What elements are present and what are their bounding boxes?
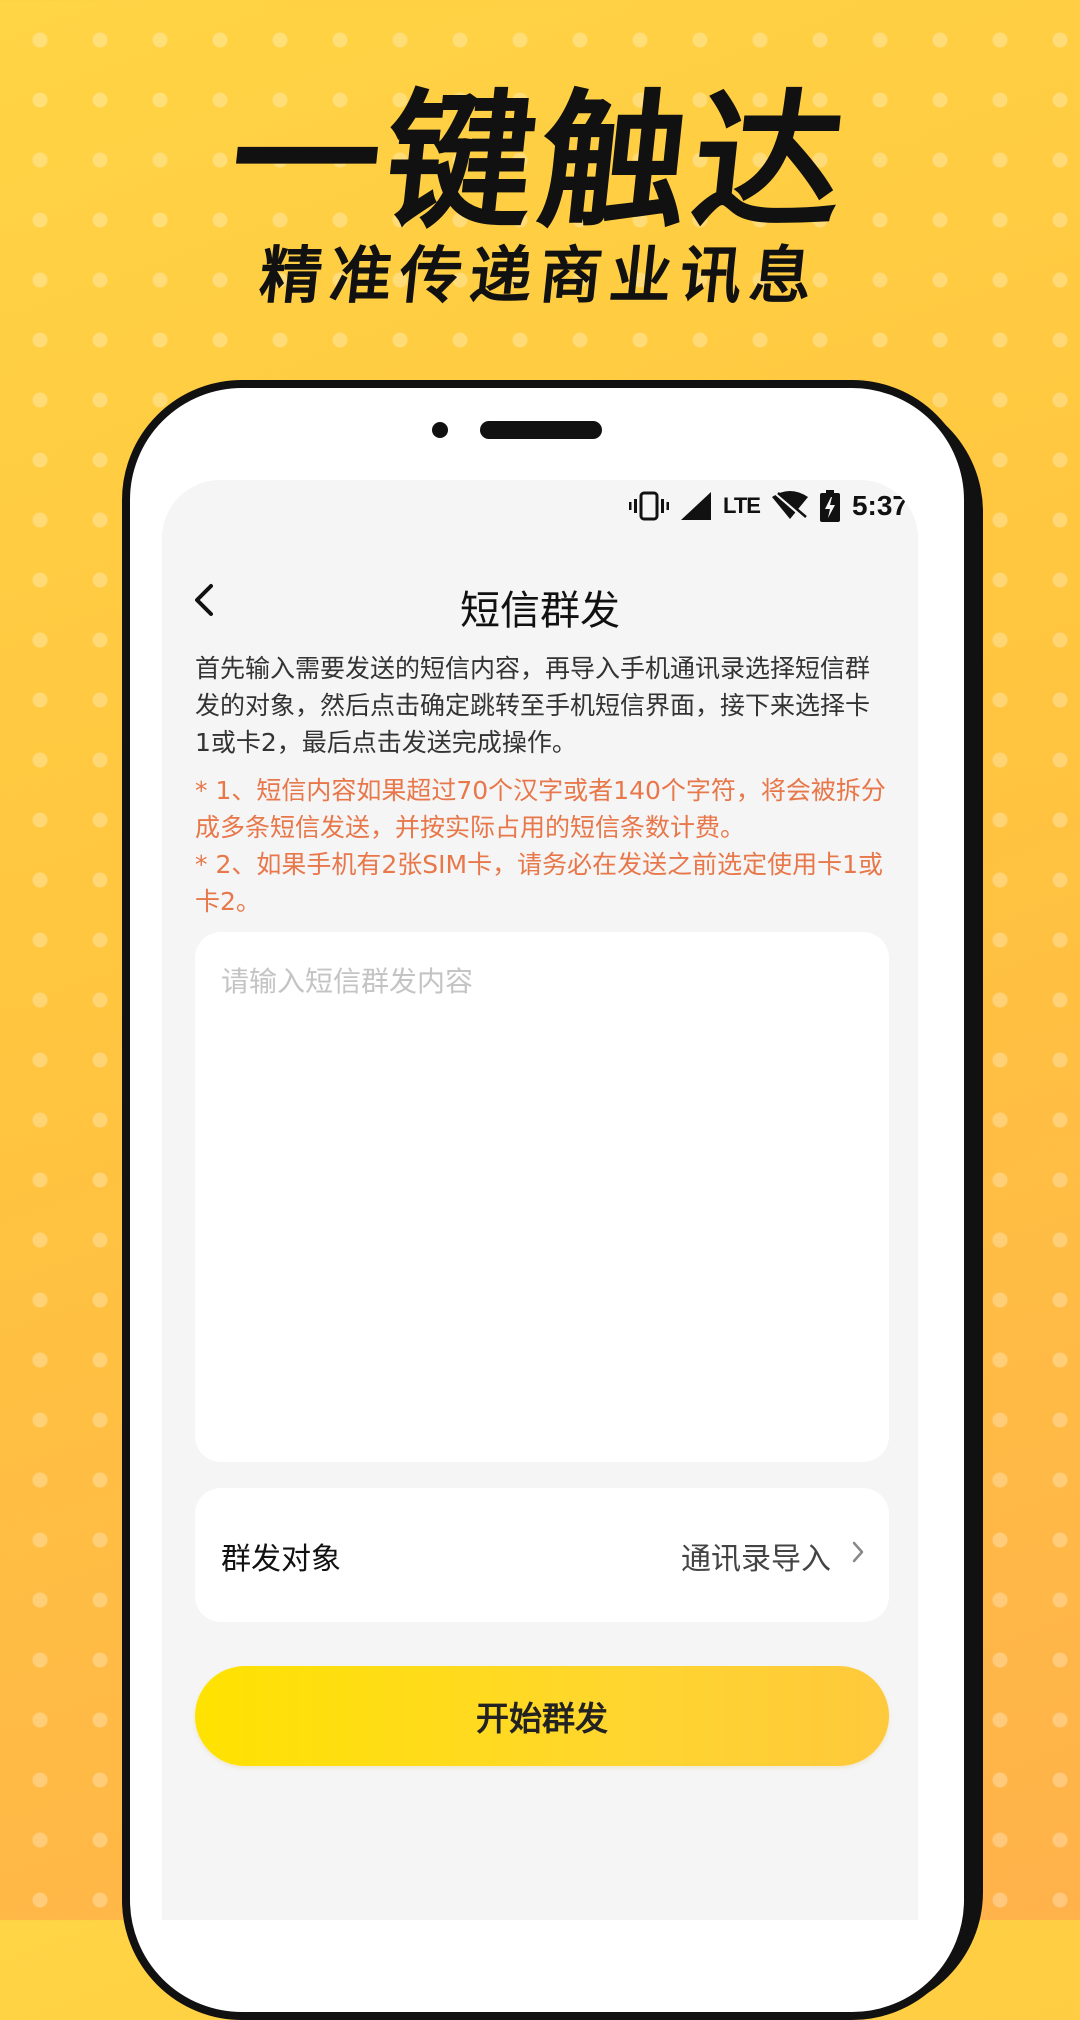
instructions-text: 首先输入需要发送的短信内容，再导入手机通讯录选择短信群发的对象，然后点击确定跳转… (195, 654, 871, 757)
note-item: * 1、短信内容如果超过70个汉字或者140个字符，将会被拆分成多条短信发送，并… (195, 776, 886, 842)
import-contacts-link[interactable]: 通讯录导入 (681, 1534, 831, 1578)
status-icons: LTE 5:37 (629, 488, 908, 524)
message-card (195, 932, 889, 1462)
wifi-off-icon (771, 491, 808, 521)
start-send-button[interactable]: 开始群发 (195, 1666, 889, 1766)
page-title: 短信群发 (460, 588, 620, 634)
battery-charging-icon (819, 490, 840, 522)
note-item: * 2、如果手机有2张SIM卡，请务必在发送之前选定使用卡1或卡2。 (195, 850, 883, 916)
nav-bar: 短信群发 (162, 560, 918, 640)
network-type: LTE (723, 493, 761, 518)
app-screen: LTE 5:37 短信群发 首先输入需要发送的短信内容，再导入手机通讯录选择短信… (162, 480, 918, 1920)
camera-icon (432, 422, 448, 438)
recipients-label: 群发对象 (221, 1542, 341, 1577)
status-time: 5:37 (851, 490, 908, 521)
speaker-grille (480, 421, 602, 439)
status-bar: LTE 5:37 (162, 480, 918, 532)
promo-subhead: 精准传递商业讯息 (256, 239, 824, 312)
vibrate-icon (629, 491, 670, 521)
promo-headline: 一键触达 (222, 76, 858, 248)
recipients-row[interactable]: 群发对象 通讯录导入 (195, 1488, 889, 1622)
message-input[interactable] (221, 960, 863, 1434)
chevron-right-icon (852, 1541, 864, 1563)
signal-icon (681, 492, 712, 520)
notes-block: * 1、短信内容如果超过70个汉字或者140个字符，将会被拆分成多条短信发送，并… (195, 772, 895, 920)
